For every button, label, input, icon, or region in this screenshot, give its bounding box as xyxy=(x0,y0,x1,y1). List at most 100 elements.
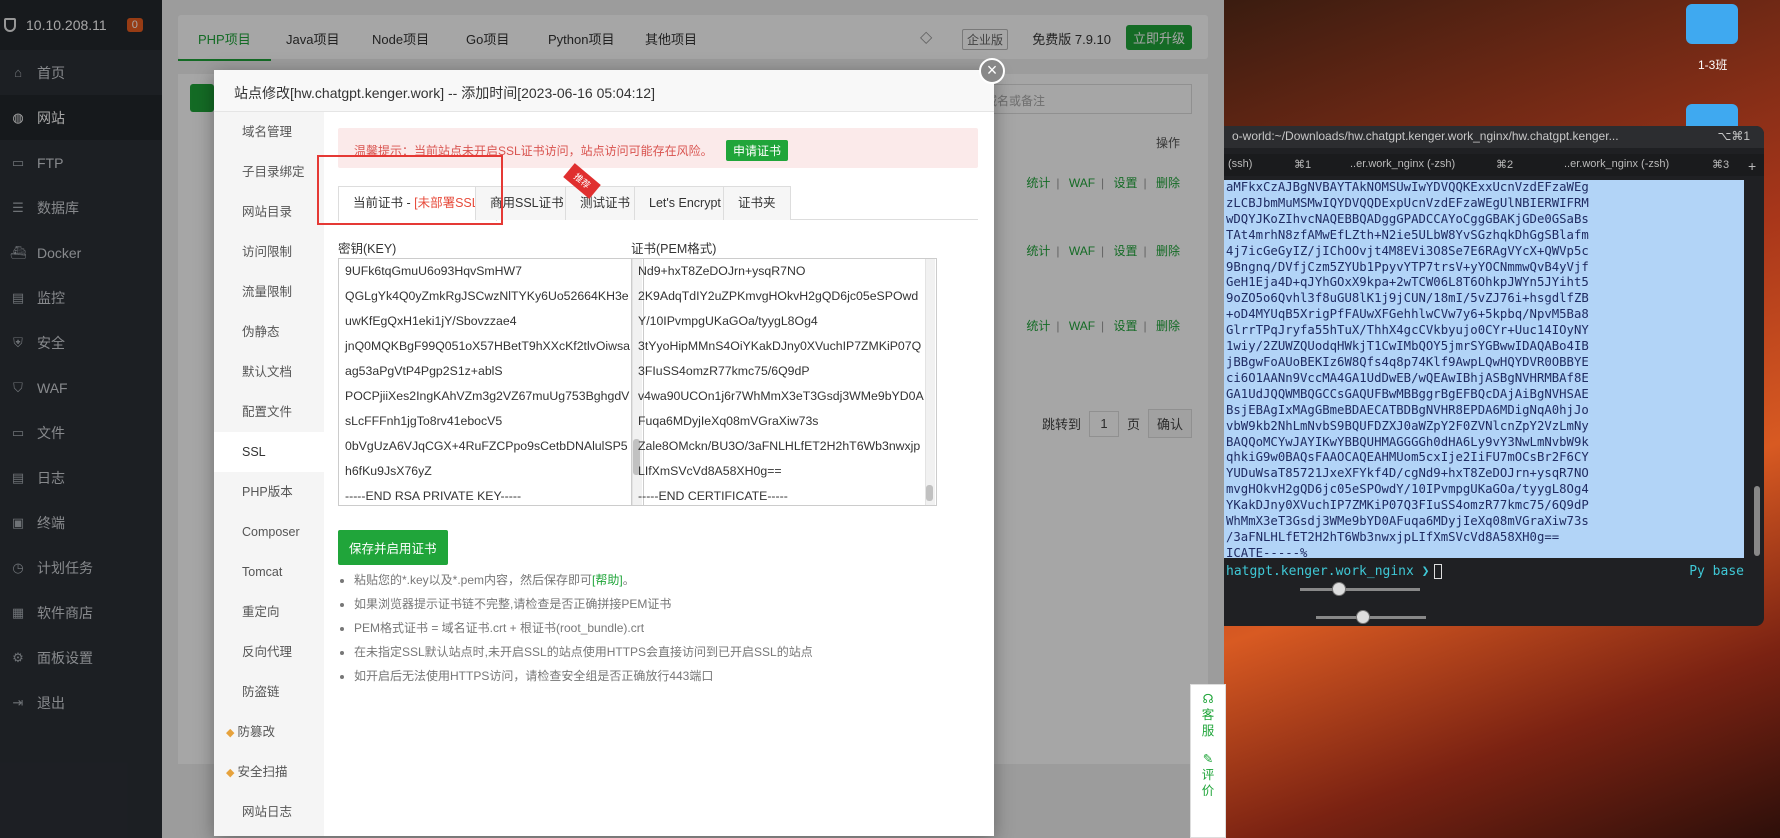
new-tab-icon[interactable]: + xyxy=(1748,158,1756,174)
text-line: Zale8OMckn/BU3O/3aFNLHLfET2H2hT6Wb3nwxjp xyxy=(638,439,921,453)
terminal-line: GA1UdJQQWMBQGCCsGAQUFBwMBBggrBgEFBQcDAjA… xyxy=(1226,386,1589,401)
review-button[interactable]: ✎ 评价 xyxy=(1191,745,1225,805)
modal-menu-item[interactable]: 流量限制 xyxy=(214,272,324,312)
terminal-line: aMFkxCzAJBgNVBAYTAkNOMSUwIwYDVQQKExxUcnV… xyxy=(1226,180,1589,194)
help-link[interactable]: [帮助] xyxy=(592,573,623,587)
text-line: Fuqa6MDyjIeXq08mVGraXiw73s xyxy=(638,414,819,428)
modal-menu-label: Tomcat xyxy=(242,565,283,579)
modal-menu-item[interactable]: PHP版本 xyxy=(214,472,324,512)
modal-menu-item[interactable]: 反向代理 xyxy=(214,632,324,672)
slider-knob[interactable] xyxy=(1356,610,1370,624)
terminal-window[interactable]: o-world:~/Downloads/hw.chatgpt.kenger.wo… xyxy=(1224,126,1764,626)
terminal-output[interactable]: aMFkxCzAJBgNVBAYTAkNOMSUwIwYDVQQKExxUcnV… xyxy=(1224,180,1744,558)
tip-item: 粘贴您的*.key以及*.pem内容，然后保存即可[帮助]。 xyxy=(354,568,813,592)
modal-menu-item[interactable]: 重定向 xyxy=(214,592,324,632)
terminal-scrollbar[interactable] xyxy=(1754,486,1760,556)
text-line: 2K9AdqTdIY2uZPKmvgHOkvH2gQD6jc05eSPOwd xyxy=(638,289,919,303)
text-line: 3tYyoHipMMnS4OiYKakDJny0XVuchIP7ZMKiP07Q xyxy=(638,339,922,353)
modal-menu-label: 安全扫描 xyxy=(237,765,288,779)
tip-item: 在未指定SSL默认站点时,未开启SSL的站点使用HTTPS会直接访问到已开启SS… xyxy=(354,640,813,664)
text-line: QGLgYk4Q0yZmkRgJSCwzNlTYKy6Uo52664KH3e xyxy=(345,289,629,303)
modal-menu-label: 反向代理 xyxy=(242,645,293,659)
tab-cert-folder[interactable]: 证书夹 xyxy=(723,186,791,220)
key-textarea[interactable]: 9UFk6tqGmuU6o93HqvSmHW7 QGLgYk4Q0yZmkRgJS… xyxy=(338,258,644,506)
cert-scroll-thumb[interactable] xyxy=(926,485,933,501)
tip-text: 。 xyxy=(622,573,635,587)
key-label: 密钥(KEY) xyxy=(338,242,397,256)
modal-menu-item[interactable]: Tomcat xyxy=(214,552,324,592)
save-enable-cert-button[interactable]: 保存并启用证书 xyxy=(338,530,448,565)
customer-service-button[interactable]: ☊ 客服 xyxy=(1191,685,1225,745)
brightness-slider[interactable] xyxy=(1316,610,1426,624)
premium-gem-icon: ◆ xyxy=(226,767,235,779)
modal-menu-item[interactable]: 子目录绑定 xyxy=(214,152,324,192)
text-line: -----END RSA PRIVATE KEY----- xyxy=(345,489,522,503)
review-label: 评价 xyxy=(1201,768,1215,798)
terminal-line: zLCBJbmMuMSMwIQYDVQQDExpUcnVzdEFzaWEgUlN… xyxy=(1226,195,1589,210)
service-label: 客服 xyxy=(1201,708,1215,738)
volume-slider[interactable] xyxy=(1300,582,1420,596)
text-line: -----END CERTIFICATE----- xyxy=(638,489,788,503)
folder-icon[interactable] xyxy=(1686,4,1738,44)
modal-menu-item[interactable]: 访问限制 xyxy=(214,232,324,272)
terminal-line: 1wiy/2ZUWZQUodqHWkjT1CwIMbQOY5jmrSYGBwwI… xyxy=(1226,339,1589,354)
terminal-tab-2-shortcut: ⌘2 xyxy=(1496,159,1514,171)
folder-label: 1-3班 xyxy=(1698,58,1728,72)
text-line: LIfXmSVcVd8A58XH0g== xyxy=(638,464,782,478)
modal-menu-item[interactable]: SSL xyxy=(214,432,324,472)
modal-menu-label: 子目录绑定 xyxy=(242,165,305,179)
modal-menu-item[interactable]: 域名管理 xyxy=(214,112,324,152)
highlight-box xyxy=(317,155,503,225)
headset-icon: ☊ xyxy=(1202,692,1214,706)
terminal-line: 9oZO5o6Qvhl3f8uGU8lK1j9jCUN/18mI/5vZJ76i… xyxy=(1226,291,1589,306)
cert-textarea[interactable]: Nd9+hxT8ZeDOJrn+ysqR7NO 2K9AdqTdIY2uZPKmv… xyxy=(631,258,937,506)
slider-knob[interactable] xyxy=(1332,582,1346,596)
terminal-prompt[interactable]: hatgpt.kenger.work_nginx ❯ xyxy=(1226,564,1442,579)
text-line: uwKfEgQxH1eki1jY/Sbovzzae4 xyxy=(345,314,517,328)
tip-item: 如果浏览器提示证书链不完整,请检查是否正确拼接PEM证书 xyxy=(354,592,813,616)
terminal-env-label: Py base xyxy=(1689,564,1744,579)
modal-menu-item[interactable]: 默认文档 xyxy=(214,352,324,392)
terminal-line: qhkiG9w0BAQsFAAOCAQEAHMUom5cxIje2IiFU7mO… xyxy=(1226,450,1589,465)
tab-test-cert[interactable]: 测试证书 xyxy=(565,186,646,220)
terminal-tab-ssh[interactable]: (ssh) xyxy=(1228,158,1252,170)
tip-item: PEM格式证书 = 域名证书.crt + 根证书(root_bundle).cr… xyxy=(354,616,813,640)
modal-menu-label: 网站目录 xyxy=(242,205,293,219)
terminal-line: vbW9kb2NhLmNvbS9BQUFDZXJ0aWZpY2F0ZVNlcnZ… xyxy=(1226,418,1589,433)
modal-menu-item[interactable]: ◆ 防篡改 xyxy=(214,712,324,752)
modal-menu-item[interactable]: 网站目录 xyxy=(214,192,324,232)
text-line: Y/10IPvmpgUKaGOa/tyygL8Og4 xyxy=(638,314,818,328)
modal-menu-label: 防篡改 xyxy=(237,725,275,739)
modal-menu-item[interactable]: 配置文件 xyxy=(214,392,324,432)
modal-menu-label: 防盗链 xyxy=(242,685,280,699)
terminal-line: 4j7icGeGyIZ/jIChOOvjt4M8EVi3O8Se7E6RAgVY… xyxy=(1226,243,1589,258)
modal-menu-label: 网站日志 xyxy=(242,805,293,819)
terminal-tab-2[interactable]: ..er.work_nginx (-zsh) xyxy=(1350,158,1455,170)
terminal-tabs: (ssh) ⌘1 ..er.work_nginx (-zsh) ⌘2 ..er.… xyxy=(1224,154,1764,176)
terminal-title-shortcut: ⌥⌘1 xyxy=(1717,129,1750,143)
text-line: 9UFk6tqGmuU6o93HqvSmHW7 xyxy=(345,264,522,278)
modal-menu-item[interactable]: 网站日志 xyxy=(214,792,324,832)
close-modal-button[interactable]: × xyxy=(979,58,1005,84)
modal-menu-label: 域名管理 xyxy=(242,125,293,139)
modal-menu-item[interactable]: Composer xyxy=(214,512,324,552)
apply-cert-button[interactable]: 申请证书 xyxy=(726,140,789,161)
cert-label: 证书(PEM格式) xyxy=(631,242,717,256)
text-line: POCPjiiXes2IngKAhVZm3g2VZ67muUg753BghgdV xyxy=(345,389,630,403)
premium-gem-icon: ◆ xyxy=(226,727,235,739)
modal-menu-item[interactable]: 防盗链 xyxy=(214,672,324,712)
terminal-line: BsjEBAgIxMAgGBmeBDAECATBDBgNVHR8EPDA6MDi… xyxy=(1226,402,1589,417)
modal-menu-item[interactable]: 伪静态 xyxy=(214,312,324,352)
terminal-tab-3[interactable]: ..er.work_nginx (-zsh) xyxy=(1564,158,1669,170)
tab-letsencrypt[interactable]: Let's Encrypt xyxy=(634,186,736,220)
modal-menu-item[interactable]: ◆ 安全扫描 xyxy=(214,752,324,792)
modal-title: 站点修改[hw.chatgpt.kenger.work] -- 添加时间[202… xyxy=(214,70,994,112)
terminal-line: wDQYJKoZIhvcNAQEBBQADggGPADCCAYoCggGBAKj… xyxy=(1226,211,1589,226)
cert-scrollbar[interactable] xyxy=(925,259,935,505)
tip-text: 粘贴您的*.key以及*.pem内容，然后保存即可 xyxy=(354,573,593,587)
float-service-panel: ☊ 客服 ✎ 评价 xyxy=(1190,684,1226,838)
terminal-tab-ssh-shortcut: ⌘1 xyxy=(1294,159,1312,171)
terminal-title-bar: o-world:~/Downloads/hw.chatgpt.kenger.wo… xyxy=(1224,126,1764,148)
modal-menu-label: 访问限制 xyxy=(242,245,293,259)
modal-menu-label: 重定向 xyxy=(242,605,280,619)
